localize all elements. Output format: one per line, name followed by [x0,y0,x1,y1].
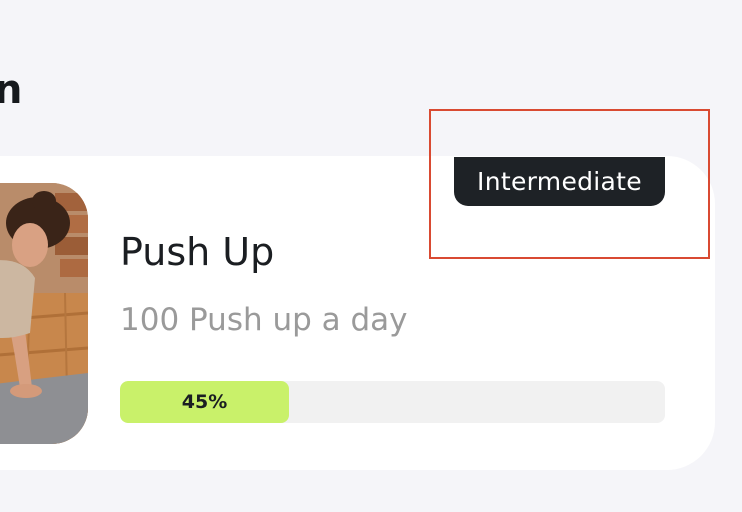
workout-photo [0,183,88,444]
workout-subtitle: 100 Push up a day [120,302,408,338]
progress-label: 45% [120,381,289,423]
highlight-box [429,109,710,259]
section-heading: n [0,67,23,113]
workout-title: Push Up [120,230,275,274]
workout-screen: n Intermediate Push Up 100 Push up a day… [0,0,742,512]
progress-percent-text: 45% [181,391,228,413]
progress-bar: 45% [120,381,665,423]
push-up-photo-icon [0,183,88,444]
